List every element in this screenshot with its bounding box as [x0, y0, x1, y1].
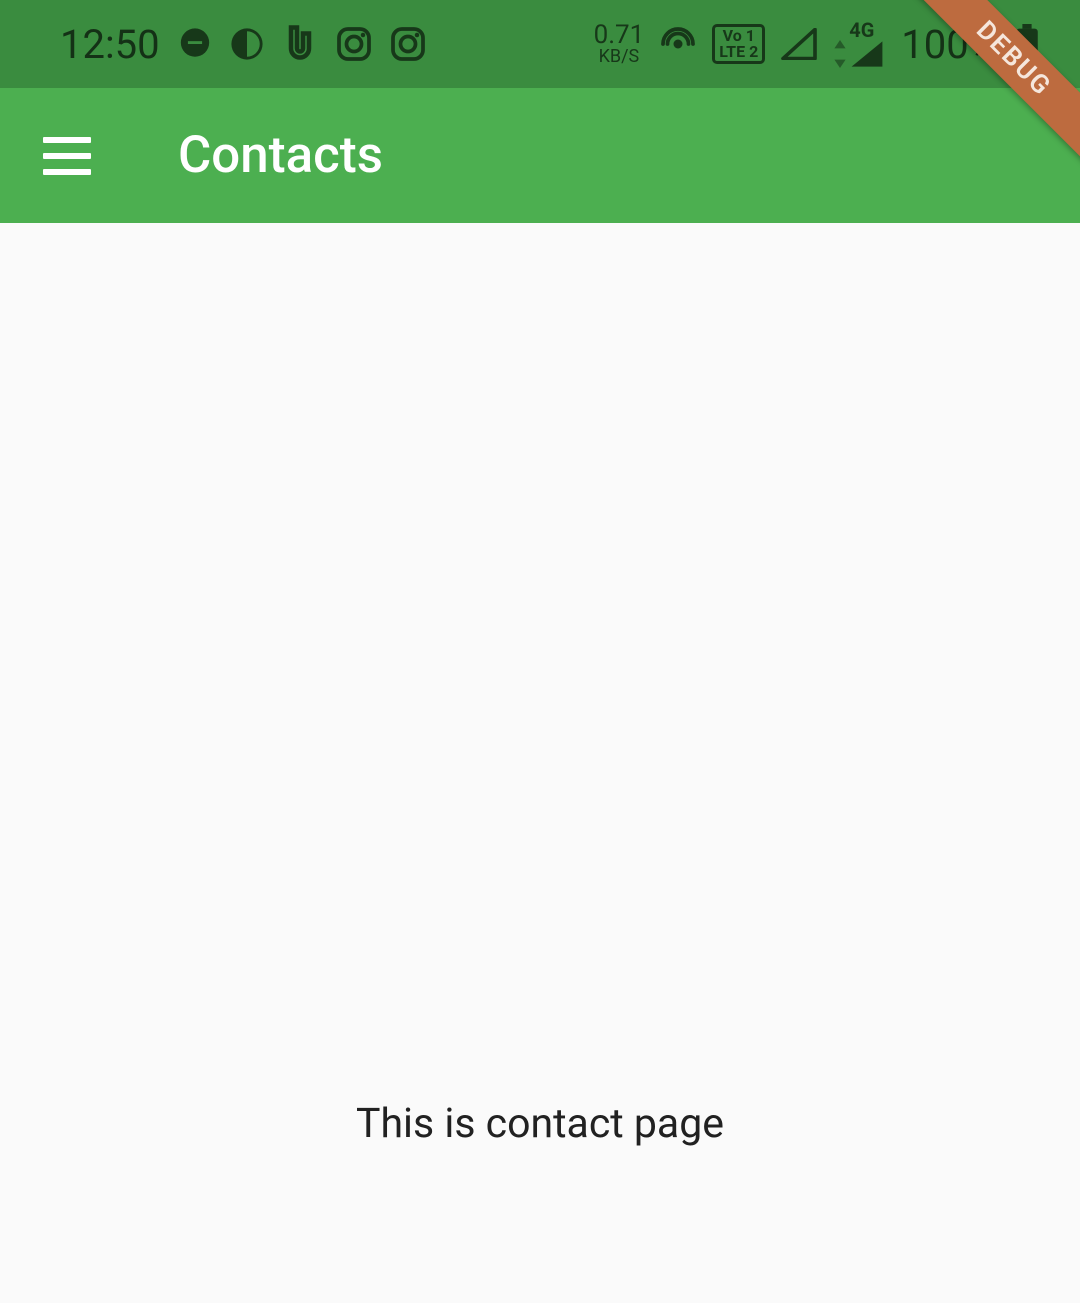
content-text: This is contact page	[356, 1100, 724, 1148]
status-bar-left: 12:50	[60, 21, 426, 68]
contrast-icon	[230, 27, 264, 61]
page-title: Contacts	[178, 126, 383, 185]
app-bar: Contacts	[0, 88, 1080, 223]
chat-icon	[178, 27, 212, 61]
network-speed: 0.71 KB/S	[594, 22, 645, 66]
hamburger-icon	[43, 169, 91, 175]
network-speed-value: 0.71	[594, 22, 645, 48]
instagram-icon	[390, 26, 426, 62]
network-speed-unit: KB/S	[599, 48, 640, 66]
signal-icon	[781, 28, 817, 60]
status-bar: 12:50 0.71 KB/S Vo 1 LTE 2	[0, 0, 1080, 88]
fourg-label: 4G	[849, 20, 874, 40]
status-time: 12:50	[60, 21, 160, 68]
data-arrows-icon	[833, 40, 847, 68]
signal-4g-group: 4G	[833, 20, 885, 68]
instagram-icon	[336, 26, 372, 62]
magnet-icon	[282, 24, 318, 64]
hotspot-icon	[660, 26, 696, 62]
hamburger-icon	[43, 153, 91, 159]
volte-indicator: Vo 1 LTE 2	[712, 24, 765, 64]
hamburger-icon	[43, 137, 91, 143]
volte-bottom: LTE 2	[719, 44, 758, 60]
menu-button[interactable]	[43, 137, 91, 175]
signal-full-icon	[849, 40, 885, 68]
content-area: This is contact page	[0, 223, 1080, 1303]
